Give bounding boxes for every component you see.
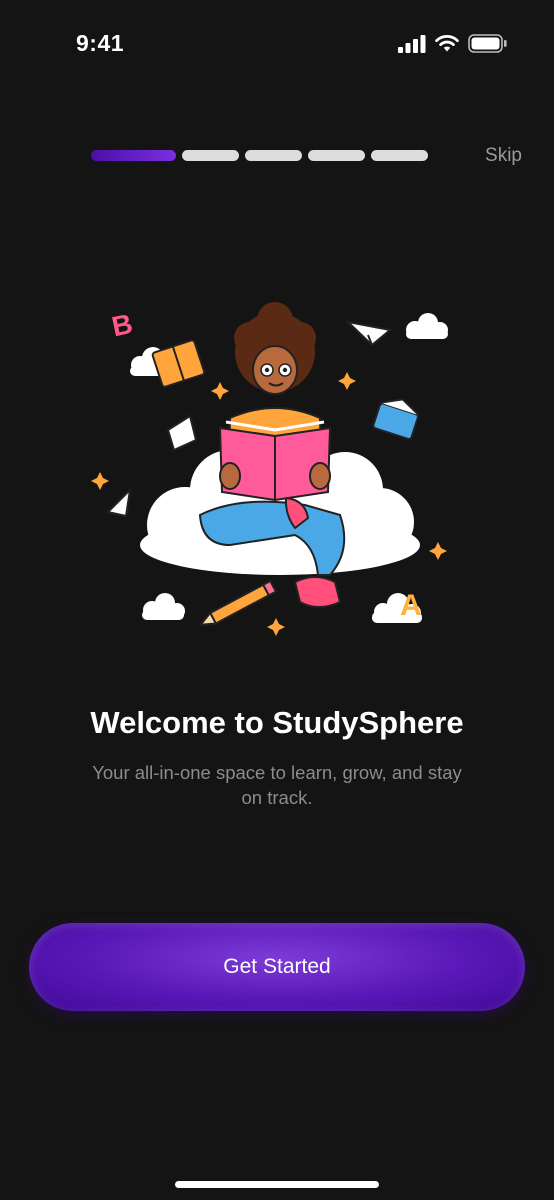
paper-plane-icon (106, 487, 132, 518)
flying-book-icon (372, 398, 420, 441)
cellular-signal-icon (398, 34, 426, 53)
onboarding-progress (91, 150, 428, 161)
progress-step-2 (182, 150, 239, 161)
paper-sheet-icon (166, 414, 198, 452)
flying-book-icon (151, 339, 206, 388)
letter-a-icon: A (400, 589, 422, 622)
get-started-button[interactable]: Get Started (29, 923, 525, 1011)
cloud-icon (406, 313, 448, 339)
page-title: Welcome to StudySphere (90, 705, 464, 740)
status-time: 9:41 (76, 30, 125, 56)
progress-step-4 (308, 150, 365, 161)
pencil-icon (198, 579, 278, 626)
page-subtitle: Your all-in-one space to learn, grow, an… (92, 762, 462, 808)
progress-step-3 (245, 150, 302, 161)
reading-illustration: B A (91, 302, 448, 636)
progress-step-1 (91, 150, 176, 161)
wifi-icon (435, 35, 459, 52)
paper-plane-icon (344, 320, 393, 347)
skip-button[interactable]: Skip (485, 145, 522, 167)
cloud-icon (142, 593, 185, 620)
letter-b-icon: B (109, 308, 135, 343)
status-icons (398, 34, 508, 53)
status-bar: 9:41 (0, 0, 554, 90)
home-indicator (175, 1181, 379, 1188)
progress-step-5 (371, 150, 428, 161)
battery-icon (468, 34, 507, 53)
